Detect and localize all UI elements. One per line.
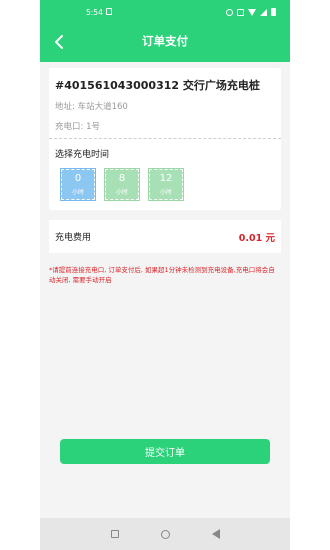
- duration-option-8[interactable]: 8 小时: [104, 168, 140, 201]
- signal-icon: [260, 8, 267, 16]
- status-icons: [226, 8, 276, 16]
- duration-option-0[interactable]: 0 小时: [60, 168, 96, 201]
- home-icon[interactable]: [160, 529, 170, 539]
- nfc-icon: [237, 8, 244, 16]
- back-icon[interactable]: [211, 529, 220, 539]
- duration-option-value: 0: [74, 173, 82, 184]
- duration-option-unit: 小时: [71, 189, 84, 196]
- station-address: 地址: 车站大道160: [55, 102, 128, 112]
- status-bar: 5:54: [40, 0, 290, 24]
- status-time: 5:54: [86, 8, 103, 17]
- station-port: 充电口: 1号: [55, 122, 100, 132]
- duration-label: 选择充电时间: [55, 150, 110, 160]
- recent-apps-icon[interactable]: [110, 530, 119, 538]
- duration-option-value: 12: [159, 173, 173, 184]
- wifi-icon: [248, 8, 256, 16]
- station-info: #401561043000312 交行广场充电桩 地址: 车站大道160 充电口…: [49, 68, 281, 139]
- station-card: #401561043000312 交行广场充电桩 地址: 车站大道160 充电口…: [49, 68, 281, 210]
- duration-option-unit: 小时: [159, 189, 172, 196]
- duration-section: 选择充电时间 0 小时 8 小时 12 小时: [49, 139, 281, 210]
- battery-icon: [271, 8, 276, 16]
- title-bar: 订单支付: [40, 24, 290, 62]
- fee-value: 0.01 元: [238, 232, 275, 244]
- submit-order-button[interactable]: 提交订单: [60, 439, 270, 464]
- alarm-icon: [226, 8, 233, 16]
- station-title: #401561043000312 交行广场充电桩: [55, 79, 260, 92]
- notice-text: *请提前连接充电口, 订单支付后, 如果超1分钟未检测到充电设备,充电口将会自动…: [49, 266, 275, 284]
- fee-card: 充电费用 0.01 元: [49, 220, 281, 253]
- phone-screen: 5:54 订单支付 #401561043000312 交行广场充电桩 地址: 车…: [40, 0, 290, 550]
- page-title: 订单支付: [142, 34, 188, 48]
- duration-option-12[interactable]: 12 小时: [148, 168, 184, 201]
- fee-label: 充电费用: [55, 233, 92, 243]
- duration-options: 0 小时 8 小时 12 小时: [60, 168, 275, 201]
- app-header: 5:54 订单支付: [40, 0, 290, 62]
- duration-option-value: 8: [118, 173, 126, 184]
- system-nav-bar: [40, 518, 290, 550]
- duration-option-unit: 小时: [115, 189, 128, 196]
- sim-icon: [106, 8, 112, 15]
